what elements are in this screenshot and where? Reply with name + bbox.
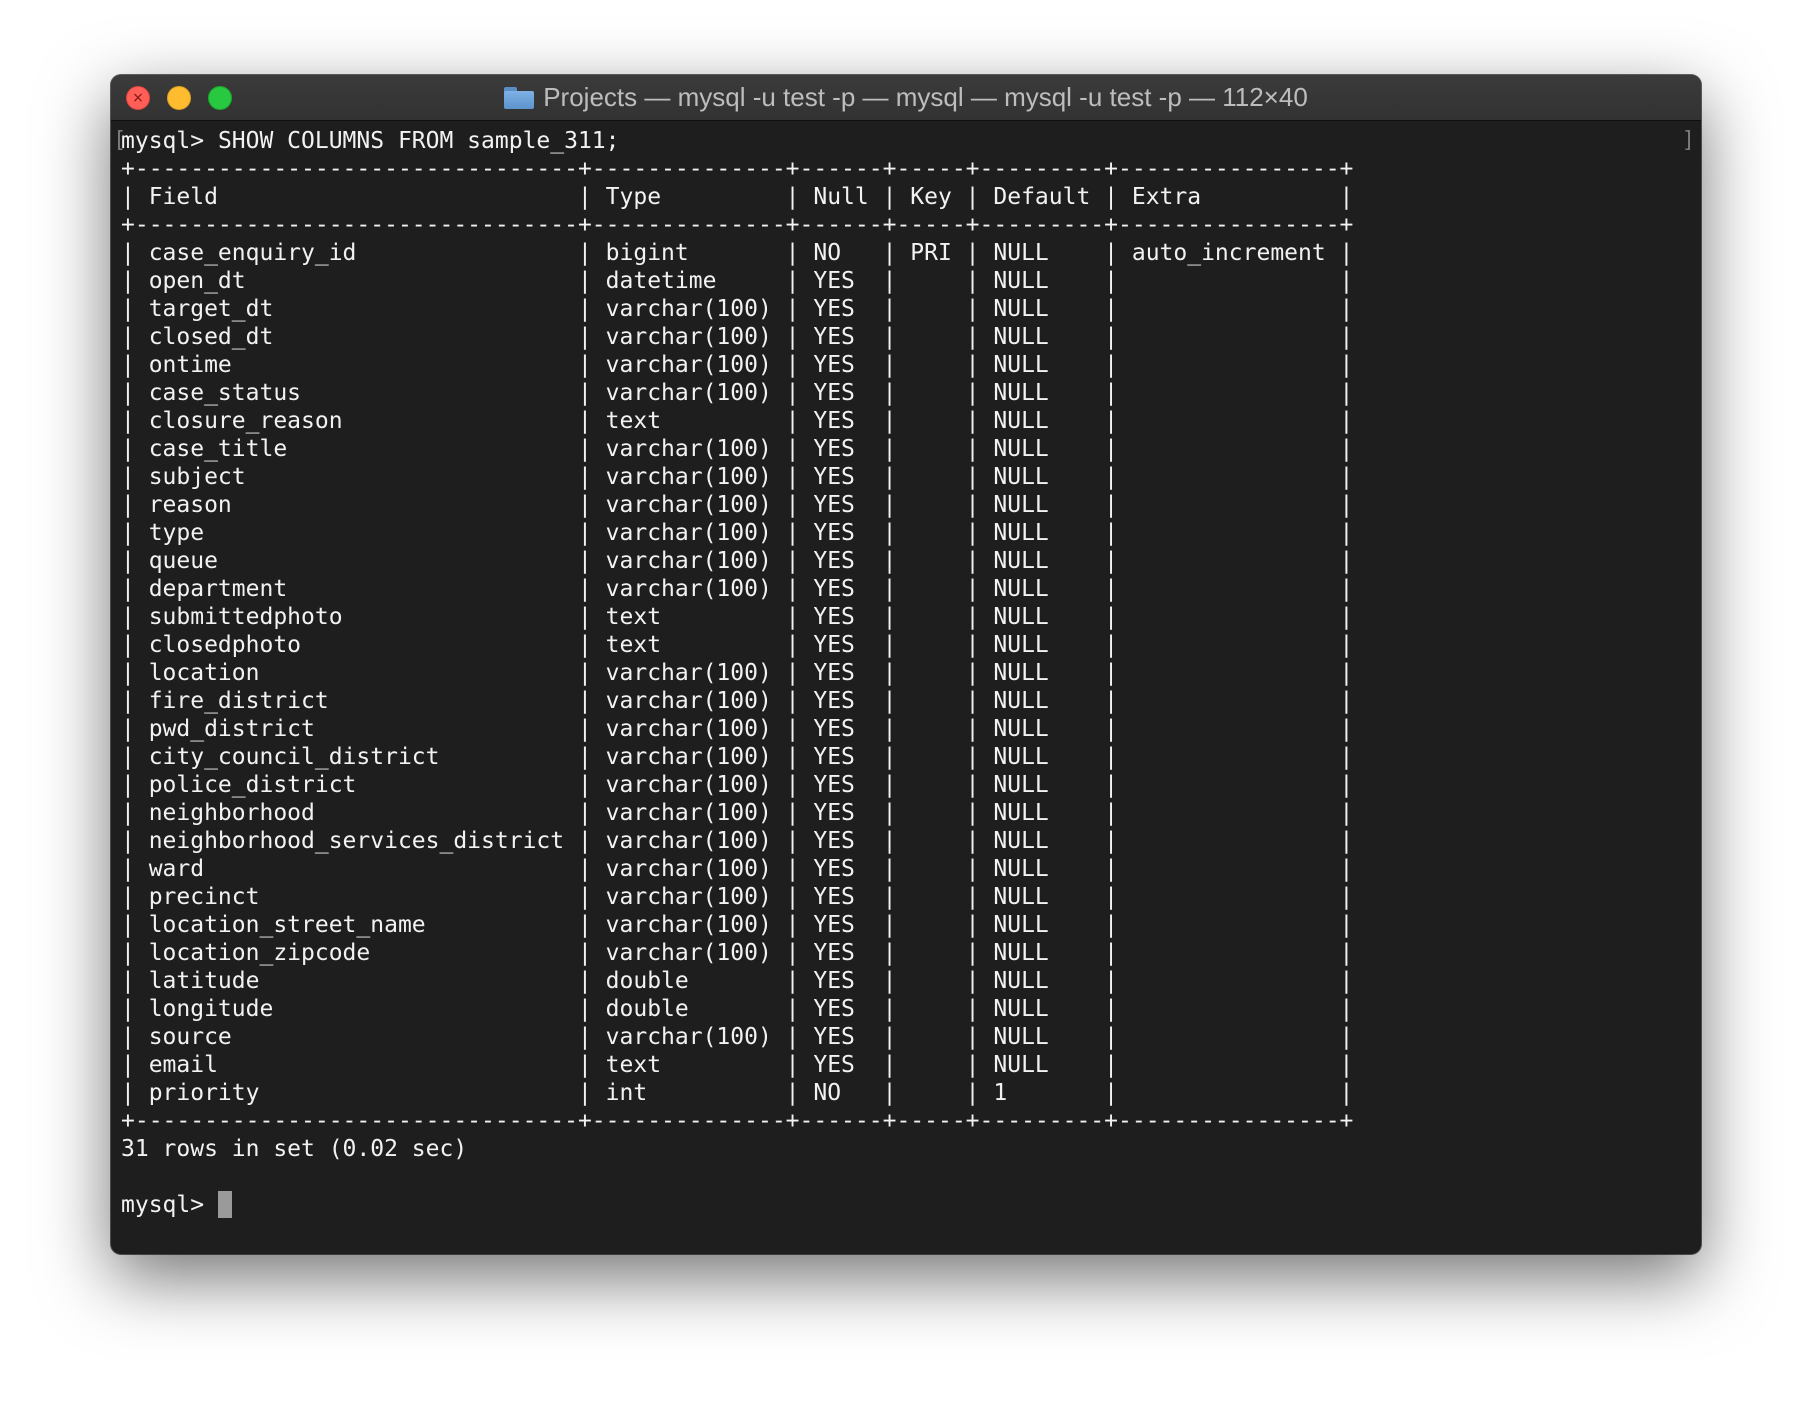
table-row: | subject | varchar(100) | YES | | NULL … xyxy=(121,464,1354,490)
window-title-text: Projects — mysql -u test -p — mysql — my… xyxy=(543,82,1308,112)
table-row: | ontime | varchar(100) | YES | | NULL |… xyxy=(121,352,1354,378)
table-row: | pwd_district | varchar(100) | YES | | … xyxy=(121,716,1354,742)
terminal-content[interactable]: [ ] mysql> SHOW COLUMNS FROM sample_311;… xyxy=(111,121,1701,1254)
table-row: | closure_reason | text | YES | | NULL |… xyxy=(121,408,1354,434)
table-row: | closed_dt | varchar(100) | YES | | NUL… xyxy=(121,324,1354,350)
active-prompt-line[interactable]: mysql> xyxy=(121,1191,1353,1219)
terminal-output: mysql> SHOW COLUMNS FROM sample_311; +---… xyxy=(121,127,1353,1219)
table-row: | longitude | double | YES | | NULL | | xyxy=(121,996,1354,1022)
table-row: | email | text | YES | | NULL | | xyxy=(121,1052,1354,1078)
text-cursor xyxy=(217,1191,232,1218)
table-row: | submittedphoto | text | YES | | NULL |… xyxy=(121,604,1354,630)
table-row: | location | varchar(100) | YES | | NULL… xyxy=(121,660,1354,686)
table-row: | priority | int | NO | | 1 | | xyxy=(121,1080,1354,1106)
table-row: | case_status | varchar(100) | YES | | N… xyxy=(121,380,1354,406)
table-row: | location_street_name | varchar(100) | … xyxy=(121,912,1354,938)
mark-bracket-right: ] xyxy=(1681,128,1695,153)
command-text: SHOW COLUMNS FROM sample_311; xyxy=(217,128,620,154)
table-row: | ward | varchar(100) | YES | | NULL | | xyxy=(121,856,1354,882)
table-row: | case_title | varchar(100) | YES | | NU… xyxy=(121,436,1354,462)
table-row: | precinct | varchar(100) | YES | | NULL… xyxy=(121,884,1354,910)
table-border: +--------------------------------+------… xyxy=(121,212,1354,238)
result-summary: 31 rows in set (0.02 sec) xyxy=(121,1136,468,1162)
window-title: Projects — mysql -u test -p — mysql — my… xyxy=(111,75,1701,120)
table-row: | location_zipcode | varchar(100) | YES … xyxy=(121,940,1354,966)
table-row: | city_council_district | varchar(100) |… xyxy=(121,744,1354,770)
table-row: | neighborhood_services_district | varch… xyxy=(121,828,1354,854)
table-row: | type | varchar(100) | YES | | NULL | | xyxy=(121,520,1354,546)
table-row: | closedphoto | text | YES | | NULL | | xyxy=(121,632,1354,658)
table-row: | neighborhood | varchar(100) | YES | | … xyxy=(121,800,1354,826)
table-row: | police_district | varchar(100) | YES |… xyxy=(121,772,1354,798)
prompt: mysql> xyxy=(121,1192,218,1218)
title-bar[interactable]: × Projects — mysql -u test -p — mysql — … xyxy=(111,75,1701,121)
table-row: | latitude | double | YES | | NULL | | xyxy=(121,968,1354,994)
table-row: | source | varchar(100) | YES | | NULL |… xyxy=(121,1024,1354,1050)
terminal-window: × Projects — mysql -u test -p — mysql — … xyxy=(111,75,1701,1254)
table-row: | fire_district | varchar(100) | YES | |… xyxy=(121,688,1354,714)
table-border: +--------------------------------+------… xyxy=(121,156,1354,182)
table-row: | open_dt | datetime | YES | | NULL | | xyxy=(121,268,1354,294)
table-row: | reason | varchar(100) | YES | | NULL |… xyxy=(121,492,1354,518)
table-row: | queue | varchar(100) | YES | | NULL | … xyxy=(121,548,1354,574)
command-line: mysql> SHOW COLUMNS FROM sample_311; xyxy=(121,127,1353,155)
prompt: mysql> xyxy=(121,128,218,154)
table-row: | case_enquiry_id | bigint | NO | PRI | … xyxy=(121,240,1354,266)
table-row: | department | varchar(100) | YES | | NU… xyxy=(121,576,1354,602)
table-row: | target_dt | varchar(100) | YES | | NUL… xyxy=(121,296,1354,322)
folder-icon xyxy=(504,86,535,109)
table-border: +--------------------------------+------… xyxy=(121,1108,1354,1134)
table-header: | Field | Type | Null | Key | Default | … xyxy=(121,184,1354,210)
